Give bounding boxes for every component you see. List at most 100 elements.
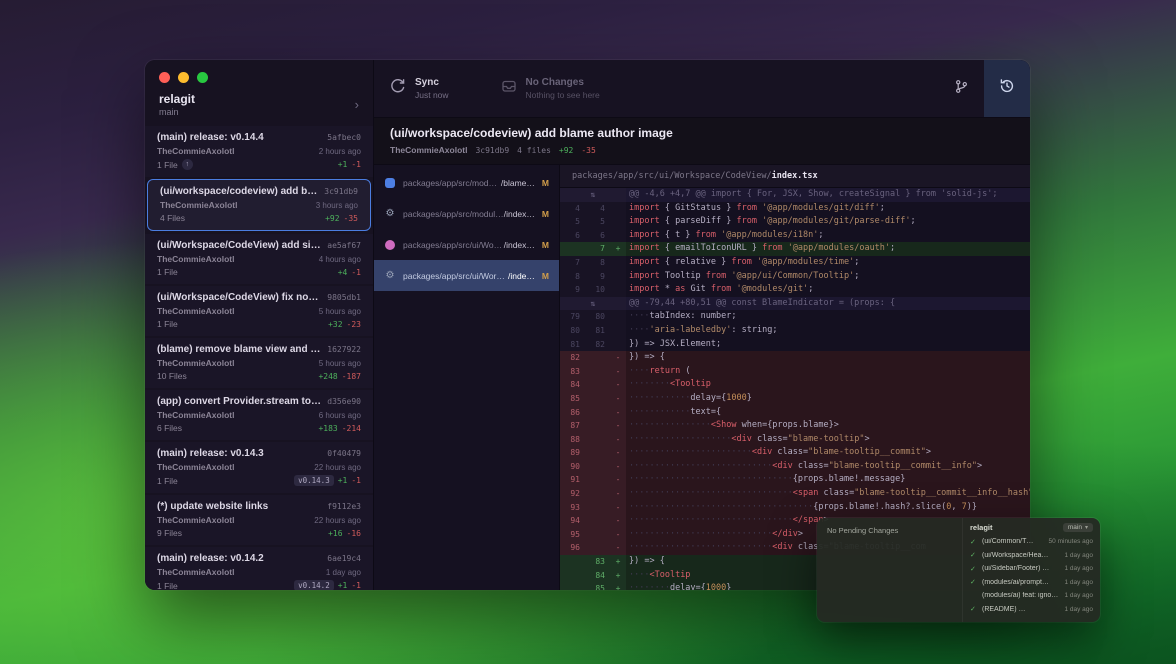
popup-commit-title: (README) … [982, 606, 1060, 613]
code-line: 92-································<span… [560, 487, 1030, 501]
popup-commit-time: 1 day ago [1064, 606, 1093, 613]
commit-deletions: -23 [347, 320, 361, 329]
check-icon: ✓ [970, 538, 978, 546]
changes-status[interactable]: No Changes Nothing to see here [485, 77, 616, 100]
old-line-number [560, 555, 585, 569]
popup-commit-row[interactable]: ✓(ui/Common/T…50 minutes ago [970, 535, 1093, 549]
popup-commit-title: (ui/Common/T… [982, 538, 1045, 545]
old-line-number: 87 [560, 419, 585, 433]
old-line-number [560, 242, 585, 256]
popup-commit-row[interactable]: ✓(README) …1 day ago [970, 603, 1093, 617]
old-line-number: 90 [560, 460, 585, 474]
diff-sign [610, 215, 626, 229]
commit-author: TheCommieAxolotl [157, 410, 234, 420]
commit-item[interactable]: (ui/workspace/codeview) add blam…3c91db9… [147, 179, 371, 231]
commit-list[interactable]: (main) release: v0.14.45afbec0TheCommieA… [145, 126, 373, 590]
new-line-number [585, 378, 610, 392]
minimize-button[interactable] [178, 72, 189, 83]
commit-title: (blame) remove blame view and ad… [157, 344, 321, 355]
popup-commit-row[interactable]: (modules/ai) feat: ignor…1 day ago [970, 589, 1093, 603]
commit-title: (ui/Workspace/CodeView) add size … [157, 240, 321, 251]
new-line-number: 81 [585, 324, 610, 338]
popup-branch-pill[interactable]: main ▾ [1063, 523, 1093, 532]
popup-empty-label: No Pending Changes [827, 526, 952, 535]
zoom-button[interactable] [197, 72, 208, 83]
popup-commit-list: ✓(ui/Common/T…50 minutes ago✓(ui/Workspa… [970, 535, 1093, 616]
diff-sign: + [610, 569, 626, 583]
line-content: import { parseDiff } from '@app/modules/… [626, 215, 1030, 229]
commit-deletions: -1 [351, 581, 361, 590]
line-gutter: 78 [560, 256, 626, 270]
code-line: 90-····························<div clas… [560, 460, 1030, 474]
new-line-number: 80 [585, 310, 610, 324]
diff-sign: - [610, 446, 626, 460]
file-row[interactable]: ⚙packages/app/src/module…/index…M [374, 198, 559, 229]
code-file-path: packages/app/src/ui/Workspace/CodeView/i… [560, 165, 1030, 188]
repo-header[interactable]: relagit main › [145, 88, 373, 126]
line-gutter: 83- [560, 365, 626, 379]
old-line-number: 8 [560, 270, 585, 284]
old-line-number: 88 [560, 433, 585, 447]
sync-button[interactable]: Sync Just now [374, 77, 465, 100]
commit-file-count: 1 File [157, 476, 178, 486]
commit-item[interactable]: (main) release: v0.14.26ae19c4TheCommieA… [145, 547, 373, 590]
old-line-number: 92 [560, 487, 585, 501]
popup-commit-time: 1 day ago [1064, 565, 1093, 572]
branch-button[interactable] [939, 60, 984, 117]
commit-title: (ui/workspace/codeview) add blam… [160, 186, 318, 197]
diff-sign [610, 270, 626, 284]
old-line-number: 83 [560, 365, 585, 379]
commit-item[interactable]: (blame) remove blame view and ad…1627922… [145, 338, 373, 388]
commit-time: 5 hours ago [319, 307, 361, 316]
commit-time: 2 hours ago [319, 147, 361, 156]
old-line-number [560, 582, 585, 590]
new-line-number: 10 [585, 283, 610, 297]
version-tag: v0.14.2 [294, 580, 334, 590]
line-gutter: 91- [560, 473, 626, 487]
changes-label: No Changes [526, 77, 600, 88]
commit-item[interactable]: (main) release: v0.14.30f40479TheCommieA… [145, 442, 373, 493]
commit-time: 22 hours ago [314, 516, 361, 525]
expand-hunk-icon[interactable]: ⇅ [591, 297, 596, 311]
code-line: 82-}) => { [560, 351, 1030, 365]
popup-commit-row[interactable]: ✓(modules/ai/prompt…1 day ago [970, 576, 1093, 590]
line-content: ····································{pro… [626, 501, 1030, 515]
file-row[interactable]: packages/app/src/ui/Work…/index…M [374, 229, 559, 260]
commit-item[interactable]: (ui/Workspace/CodeView) fix not s…9805db… [145, 286, 373, 336]
commit-item[interactable]: (main) release: v0.14.45afbec0TheCommieA… [145, 126, 373, 177]
chevron-down-icon: ▾ [1085, 524, 1088, 531]
line-content: ································<span cl… [626, 487, 1030, 501]
code-line: 87-················<Show when={props.bla… [560, 419, 1030, 433]
commit-item[interactable]: (*) update website linksf9112e3TheCommie… [145, 495, 373, 545]
popup-commit-row[interactable]: ✓(ui/Workspace/Hea…1 day ago [970, 549, 1093, 563]
old-line-number: 6 [560, 229, 585, 243]
code-line: 55import { parseDiff } from '@app/module… [560, 215, 1030, 229]
commit-item[interactable]: (ui/Workspace/CodeView) add size …ae5af6… [145, 234, 373, 284]
sync-subtitle: Just now [415, 90, 449, 100]
commit-detail-deletions: -35 [581, 146, 595, 155]
popup-commit-row[interactable]: ✓(ui/Sidebar/Footer) …1 day ago [970, 562, 1093, 576]
popup-commit-title: (modules/ai/prompt… [982, 579, 1060, 586]
commit-item[interactable]: (app) convert Provider.stream to As…d356… [145, 390, 373, 440]
commit-file-count: 1 File [157, 267, 178, 277]
file-row[interactable]: packages/app/src/module…/blame…M [374, 167, 559, 198]
commit-additions: +92 [325, 214, 339, 223]
diff-hunk-header: ⇅@@ -79,44 +80,51 @@ const BlameIndicato… [560, 297, 1030, 311]
commit-additions: +32 [328, 320, 342, 329]
line-content: ············delay={1000} [626, 392, 1030, 406]
old-line-number: 7 [560, 256, 585, 270]
expand-hunk-icon[interactable]: ⇅ [591, 188, 596, 202]
popup-commit-time: 1 day ago [1064, 579, 1093, 586]
line-content: }) => { [626, 351, 1030, 365]
diff-sign: - [610, 460, 626, 474]
new-line-number [585, 365, 610, 379]
line-content: ····················<div class="blame-to… [626, 433, 1030, 447]
file-row[interactable]: ⚙packages/app/src/ui/Works…/inde…M [374, 260, 559, 291]
commit-author: TheCommieAxolotl [157, 515, 234, 525]
new-line-number [585, 392, 610, 406]
commit-hash: d356e90 [327, 397, 361, 406]
close-button[interactable] [159, 72, 170, 83]
new-line-number: 5 [585, 215, 610, 229]
history-button[interactable] [984, 60, 1030, 117]
new-line-number [585, 460, 610, 474]
